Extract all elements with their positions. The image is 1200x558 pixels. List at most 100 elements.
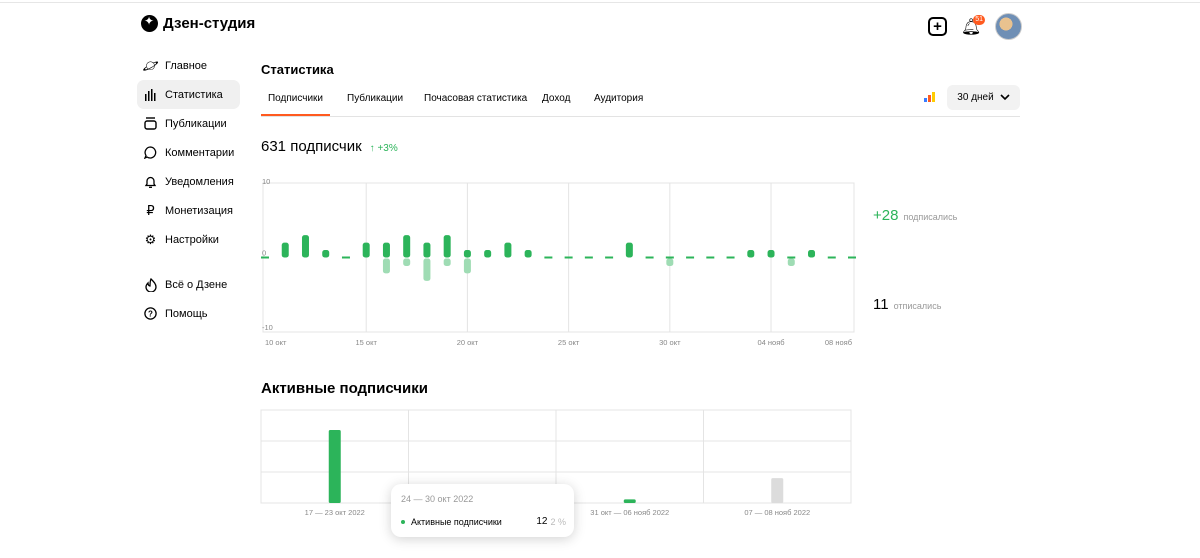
tooltip-date: 24 — 30 окт 2022 — [401, 494, 474, 504]
chart-type-icon[interactable] — [924, 92, 935, 102]
sidebar-item-about-dzen[interactable]: Всё о Дзене — [137, 270, 240, 299]
subscribers-growth: ↑ +3% — [369, 143, 398, 154]
sidebar-item-comments[interactable]: Комментарии — [137, 138, 240, 167]
active-subscribers-title: Активные подписчики — [261, 380, 428, 397]
unsubscribed-bar — [666, 258, 674, 266]
sidebar-item-label: Всё о Дзене — [165, 278, 228, 291]
sidebar-item-notifications[interactable]: Уведомления — [137, 167, 240, 196]
logo[interactable]: Дзен-студия — [141, 14, 256, 32]
sidebar: 🪐︎ Главное Статистика Публикации Коммент… — [137, 51, 240, 328]
subscribers-chart: 10 окт 15 окт 20 окт 25 окт 30 окт 04 нояб 08 … — [261, 177, 856, 347]
subscribed-bar — [504, 242, 512, 258]
active-bar — [623, 499, 636, 503]
subscribed-bar — [625, 242, 633, 258]
unsubscribed-bar — [423, 258, 431, 281]
active-bar — [328, 430, 341, 503]
sidebar-item-label: Помощь — [165, 307, 208, 320]
tab-publications[interactable]: Публикации — [347, 85, 403, 116]
subscribed-bar — [808, 250, 816, 258]
x-tick-label: 31 окт — 06 нояб 2022 — [590, 508, 669, 517]
tooltip-value: 12 — [536, 516, 548, 527]
x-tick-label: 04 нояб — [757, 338, 784, 347]
subscribed-bar — [403, 235, 411, 258]
subscribers-count: 631 подписчик — [261, 138, 362, 155]
y-tick-label: 10 — [262, 177, 270, 186]
subscribed-bar — [747, 250, 755, 258]
chevron-down-icon — [1000, 94, 1010, 101]
tooltip-percent: 2 % — [550, 516, 566, 527]
chart-tooltip: 24 — 30 окт 2022 Активные подписчики 12 … — [391, 484, 574, 537]
avatar[interactable] — [995, 13, 1022, 40]
unsubscribed-bar — [443, 258, 451, 266]
subscribed-stat: +28 подписались — [873, 207, 957, 224]
subscribed-bar — [524, 250, 532, 258]
ruble-icon: ₽ — [146, 202, 155, 218]
x-tick-label: 25 окт — [558, 338, 580, 347]
sidebar-divider — [137, 254, 240, 270]
x-tick-label: 20 окт — [457, 338, 479, 347]
subscribed-bar — [484, 250, 492, 258]
subscribed-bar — [463, 250, 471, 258]
unsubscribed-bar — [403, 258, 411, 266]
period-dropdown[interactable]: 30 дней — [947, 85, 1020, 110]
series-dot — [401, 519, 405, 524]
unsubscribed-bar — [463, 258, 471, 274]
unsubscribed-stat: 11 отписались — [873, 296, 941, 313]
subscribed-bar — [362, 242, 370, 258]
tab-hourly-stats[interactable]: Почасовая статистика — [424, 85, 527, 116]
tab-subscribers[interactable]: Подписчики — [261, 85, 330, 116]
tooltip-label: Активные подписчики — [411, 516, 502, 527]
notifications-button[interactable]: 🔔︎ 51 — [961, 14, 985, 38]
tab-audience[interactable]: Аудитория — [594, 85, 643, 116]
help-icon: ? — [143, 307, 158, 320]
top-border — [0, 0, 1200, 3]
subscribed-bar — [322, 250, 330, 258]
bar-chart-icon — [143, 88, 158, 101]
y-tick-label: 0 — [262, 249, 266, 258]
gear-icon: ⚙︎ — [144, 231, 157, 247]
sidebar-item-label: Публикации — [165, 117, 227, 130]
add-button[interactable]: + — [928, 17, 947, 36]
period-value: 30 дней — [957, 92, 994, 103]
dzen-logo-icon — [141, 14, 158, 32]
tabs: Подписчики Публикации Почасовая статисти… — [261, 85, 1020, 117]
x-tick-label: 08 нояб — [825, 338, 852, 347]
x-tick-label: 15 окт — [356, 338, 378, 347]
subscribed-bar — [423, 242, 431, 258]
sidebar-item-statistics[interactable]: Статистика — [137, 80, 240, 109]
planet-icon: 🪐︎ — [142, 57, 159, 73]
svg-text:?: ? — [148, 310, 153, 319]
x-tick-label: 07 — 08 нояб 2022 — [744, 508, 810, 517]
subscribed-bar — [301, 235, 309, 258]
comment-icon — [143, 146, 158, 159]
x-tick-label: 10 окт — [265, 338, 287, 347]
subscribed-bar — [281, 242, 289, 258]
bell-icon — [143, 175, 158, 188]
top-actions: + 🔔︎ 51 — [928, 13, 1022, 40]
logo-text: Дзен-студия — [163, 15, 256, 32]
subscribers-summary: 631 подписчик ↑ +3% — [261, 138, 398, 155]
sidebar-item-help[interactable]: ? Помощь — [137, 299, 240, 328]
unsubscribed-count: 11 — [873, 296, 889, 313]
sidebar-item-publications[interactable]: Публикации — [137, 109, 240, 138]
y-tick-label: -10 — [262, 323, 273, 332]
active-bar — [771, 478, 784, 503]
x-tick-label: 30 окт — [659, 338, 681, 347]
sidebar-item-label: Уведомления — [165, 175, 234, 188]
sidebar-item-label: Статистика — [165, 88, 223, 101]
unsubscribed-label: отписались — [893, 301, 942, 311]
subscribed-bar — [443, 235, 451, 258]
subscribed-label: подписались — [903, 212, 958, 222]
subscribed-bar — [382, 242, 390, 258]
tab-income[interactable]: Доход — [542, 85, 570, 116]
unsubscribed-bar — [787, 258, 795, 266]
sidebar-item-label: Главное — [165, 59, 208, 72]
flame-icon — [143, 277, 158, 292]
sidebar-item-label: Монетизация — [165, 204, 233, 217]
sidebar-item-settings[interactable]: ⚙︎ Настройки — [137, 225, 240, 254]
publications-icon — [143, 117, 158, 130]
x-tick-label: 17 — 23 окт 2022 — [305, 508, 365, 517]
sidebar-item-monetization[interactable]: ₽ Монетизация — [137, 196, 240, 225]
tooltip-row: Активные подписчики 12 2 % — [401, 516, 566, 527]
sidebar-item-main[interactable]: 🪐︎ Главное — [137, 51, 240, 80]
